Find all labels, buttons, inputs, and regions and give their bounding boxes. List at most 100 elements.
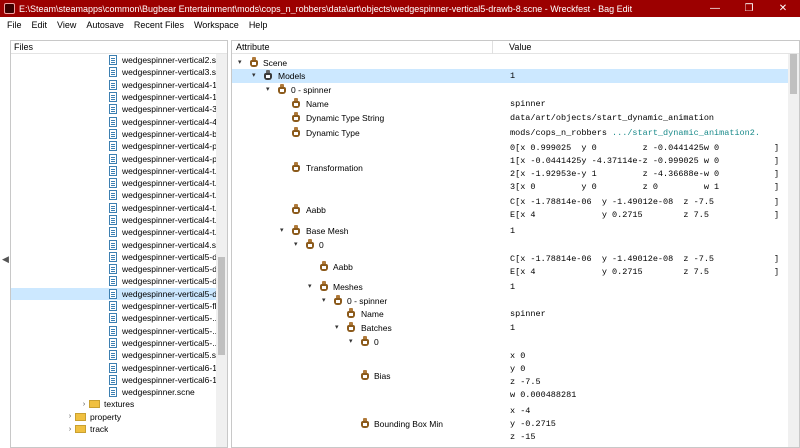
expand-arrow-icon[interactable]: ▾: [238, 58, 242, 66]
vector-component[interactable]: z -15: [510, 432, 536, 442]
maximize-button[interactable]: ❐: [732, 0, 766, 17]
file-list-item[interactable]: wedgespinner-vertical4-t...: [11, 189, 217, 201]
matrix-row[interactable]: 3[x 0 y 0 z 0 w 1: [510, 182, 719, 192]
tree-row-meshes[interactable]: ▾ Meshes 1: [232, 280, 789, 294]
chevron-right-icon[interactable]: ›: [65, 413, 75, 420]
matrix-row[interactable]: 1[x -0.0441425y -4.37114e-z -0.999025 w …: [510, 156, 719, 166]
aabb-row[interactable]: C[x -1.78814e-06 y -1.49012e-08 z -7.5: [510, 197, 714, 207]
folder-item[interactable]: › track: [11, 423, 217, 435]
menu-edit[interactable]: Edit: [27, 20, 53, 30]
vector-component[interactable]: y 0: [510, 364, 525, 374]
file-list-item[interactable]: wedgespinner-vertical4-t...: [11, 226, 217, 238]
vector-component[interactable]: x 0: [510, 351, 525, 361]
menu-file[interactable]: File: [2, 20, 27, 30]
tree-row-bounding-box-min[interactable]: Bounding Box Min x -4 y -0.2715 z -15: [232, 404, 789, 447]
file-list-item[interactable]: wedgespinner-vertical6-1...: [11, 361, 217, 373]
attribute-value[interactable]: mods/cops_n_robbers .../start_dynamic_an…: [510, 128, 760, 138]
attribute-scrollbar-thumb[interactable]: [790, 54, 797, 94]
file-list-item[interactable]: wedgespinner.scne: [11, 386, 217, 398]
expand-arrow-icon[interactable]: ▾: [294, 240, 298, 248]
menu-view[interactable]: View: [52, 20, 81, 30]
expand-arrow-icon[interactable]: ▾: [252, 71, 256, 79]
aabb-row[interactable]: C[x -1.78814e-06 y -1.49012e-08 z -7.5: [510, 254, 714, 264]
folder-item[interactable]: › property: [11, 411, 217, 423]
expand-arrow-icon[interactable]: ▾: [335, 323, 339, 331]
attribute-value[interactable]: spinner: [510, 99, 546, 109]
menu-autosave[interactable]: Autosave: [81, 20, 129, 30]
file-list-item[interactable]: wedgespinner-vertical4-t...: [11, 214, 217, 226]
file-list-item[interactable]: wedgespinner-vertical4-1...: [11, 91, 217, 103]
file-list-item[interactable]: wedgespinner-vertical5.s...: [11, 349, 217, 361]
tree-row-models[interactable]: ▾ Models 1: [232, 69, 789, 83]
close-button[interactable]: ✕: [766, 0, 800, 17]
expand-arrow-icon[interactable]: ▾: [280, 226, 284, 234]
file-list-item[interactable]: wedgespinner-vertical5-...: [11, 312, 217, 324]
tree-row-scene[interactable]: ▾ Scene: [232, 56, 789, 69]
tree-row-spinner[interactable]: ▾ 0 - spinner: [232, 83, 789, 97]
expand-arrow-icon[interactable]: ▾: [308, 282, 312, 290]
files-scrollbar-thumb[interactable]: [218, 257, 225, 355]
file-list-item[interactable]: wedgespinner-vertical5-...: [11, 325, 217, 337]
file-list-item[interactable]: wedgespinner-vertical4-4...: [11, 115, 217, 127]
file-list-item[interactable]: wedgespinner-vertical4-t...: [11, 165, 217, 177]
matrix-row[interactable]: 2[x -1.92953e-y 1 z -4.36688e-w 0: [510, 169, 719, 179]
aabb-row[interactable]: E[x 4 y 0.2715 z 7.5: [510, 210, 709, 220]
file-list-item[interactable]: wedgespinner-vertical4-p...: [11, 140, 217, 152]
tree-row-mesh-spinner[interactable]: ▾ 0 - spinner: [232, 294, 789, 307]
attribute-value[interactable]: spinner: [510, 309, 546, 319]
tree-row-transformation[interactable]: Transformation 0[x 0.999025 y 0 z -0.044…: [232, 141, 789, 194]
vector-component[interactable]: y -0.2715: [510, 419, 556, 429]
tree-row-aabb[interactable]: Aabb C[x -1.78814e-06 y -1.49012e-08 z -…: [232, 195, 789, 223]
menu-help[interactable]: Help: [244, 20, 273, 30]
attribute-value[interactable]: data/art/objects/start_dynamic_animation: [510, 113, 714, 123]
file-list-item[interactable]: wedgespinner-vertical4-b...: [11, 128, 217, 140]
chevron-right-icon[interactable]: ›: [65, 426, 75, 433]
expand-arrow-icon[interactable]: ▾: [322, 296, 326, 304]
vector-component[interactable]: x -4: [510, 406, 530, 416]
file-list-item[interactable]: wedgespinner-vertical4-t...: [11, 202, 217, 214]
file-list-item[interactable]: wedgespinner-vertical5-d...: [11, 287, 217, 300]
file-list-item[interactable]: wedgespinner-vertical5-d...: [11, 263, 217, 275]
file-list-item[interactable]: wedgespinner-vertical2.s...: [11, 54, 217, 66]
file-list-item[interactable]: wedgespinner-vertical5-...: [11, 337, 217, 349]
vector-component[interactable]: z -7.5: [510, 377, 541, 387]
tree-row-batch-0[interactable]: ▾ 0: [232, 335, 789, 349]
file-list-item[interactable]: wedgespinner-vertical3.s...: [11, 66, 217, 78]
expand-arrow-icon[interactable]: ▾: [266, 85, 270, 93]
menu-workspace[interactable]: Workspace: [189, 20, 244, 30]
file-list-item[interactable]: wedgespinner-vertical5-d...: [11, 275, 217, 287]
tree-row-batches[interactable]: ▾ Batches 1: [232, 321, 789, 335]
tree-row-name[interactable]: Name spinner: [232, 97, 789, 111]
file-list-item[interactable]: wedgespinner-vertical4-3...: [11, 103, 217, 115]
file-list-item[interactable]: wedgespinner-vertical6-1...: [11, 374, 217, 386]
chevron-right-icon[interactable]: ›: [79, 401, 89, 408]
tree-row-name-2[interactable]: Name spinner: [232, 307, 789, 321]
column-separator[interactable]: [492, 41, 493, 54]
files-scrollbar[interactable]: [216, 54, 227, 447]
dynamic-type-link[interactable]: .../start_dynamic_animation2.: [612, 128, 760, 138]
file-list-item[interactable]: wedgespinner-vertical4-1...: [11, 79, 217, 91]
file-list-item[interactable]: wedgespinner-vertical5-fl...: [11, 300, 217, 312]
menu-recent-files[interactable]: Recent Files: [129, 20, 189, 30]
folder-item[interactable]: › textures: [11, 398, 217, 410]
value-column-header[interactable]: Value: [509, 42, 531, 52]
expand-arrow-icon[interactable]: ▾: [349, 337, 353, 345]
file-list-item[interactable]: wedgespinner-vertical4.s...: [11, 238, 217, 250]
minimize-button[interactable]: —: [698, 0, 732, 17]
tree-row-base-mesh-0[interactable]: ▾ 0: [232, 238, 789, 252]
file-list-item[interactable]: wedgespinner-vertical4-t...: [11, 177, 217, 189]
tree-row-bias[interactable]: Bias x 0 y 0 z -7.5 w 0.000488281: [232, 349, 789, 403]
file-name: wedgespinner-vertical5-d...: [122, 264, 217, 275]
vector-component[interactable]: w 0.000488281: [510, 390, 576, 400]
matrix-row[interactable]: 0[x 0.999025 y 0 z -0.0441425w 0: [510, 143, 719, 153]
tree-row-aabb-2[interactable]: Aabb C[x -1.78814e-06 y -1.49012e-08 z -…: [232, 252, 789, 280]
attribute-column-header[interactable]: Attribute: [236, 42, 270, 52]
tree-row-base-mesh[interactable]: ▾ Base Mesh 1: [232, 224, 789, 238]
file-list-item[interactable]: wedgespinner-vertical5-d...: [11, 251, 217, 263]
tree-row-dynamic-type-string[interactable]: Dynamic Type String data/art/objects/sta…: [232, 111, 789, 125]
attribute-scrollbar[interactable]: [788, 54, 799, 447]
collapse-panel-arrow-icon[interactable]: ◀: [2, 254, 9, 265]
aabb-row[interactable]: E[x 4 y 0.2715 z 7.5: [510, 267, 709, 277]
tree-row-dynamic-type[interactable]: Dynamic Type mods/cops_n_robbers .../sta…: [232, 125, 789, 141]
file-list-item[interactable]: wedgespinner-vertical4-p...: [11, 152, 217, 164]
